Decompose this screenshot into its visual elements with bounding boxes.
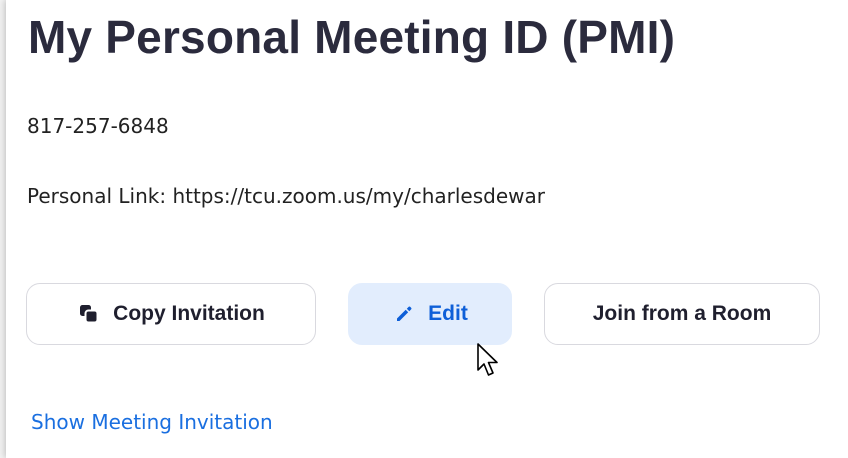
personal-link-url: https://tcu.zoom.us/my/charlesdewar: [172, 184, 545, 208]
personal-link-label: Personal Link:: [27, 184, 167, 208]
personal-link-row: Personal Link: https://tcu.zoom.us/my/ch…: [27, 184, 545, 208]
join-from-room-button[interactable]: Join from a Room: [544, 283, 820, 345]
page-title: My Personal Meeting ID (PMI): [28, 11, 676, 63]
copy-invitation-label: Copy Invitation: [113, 302, 265, 325]
join-from-room-label: Join from a Room: [592, 302, 772, 325]
pmi-panel: My Personal Meeting ID (PMI) 817-257-684…: [6, 0, 848, 458]
pencil-icon: [392, 302, 416, 326]
meeting-id: 817-257-6848: [27, 114, 169, 138]
mouse-pointer-icon: [477, 343, 498, 376]
edit-label: Edit: [428, 302, 468, 325]
copy-icon: [77, 302, 101, 326]
show-meeting-invitation-link[interactable]: Show Meeting Invitation: [31, 410, 273, 434]
copy-invitation-button[interactable]: Copy Invitation: [26, 283, 316, 345]
edit-button[interactable]: Edit: [348, 283, 512, 345]
